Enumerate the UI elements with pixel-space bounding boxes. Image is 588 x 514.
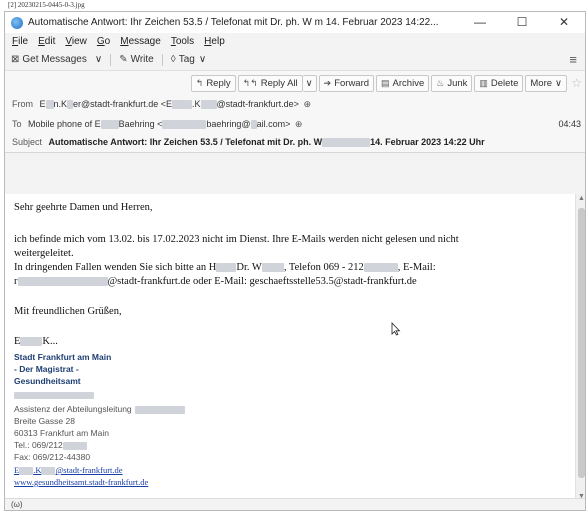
- archive-button[interactable]: ▤ Archive: [376, 75, 430, 92]
- signature-redacted-line: [14, 390, 94, 400]
- menu-message[interactable]: Message: [120, 36, 161, 47]
- reply-all-button[interactable]: ↰↰ Reply All: [237, 75, 303, 92]
- menu-view[interactable]: View: [65, 36, 87, 47]
- get-messages-button[interactable]: ⊠ Get Messages: [11, 54, 87, 65]
- menu-bar: File Edit View Go Message Tools Help: [5, 33, 585, 49]
- message-time: 04:43: [558, 119, 581, 129]
- reply-button[interactable]: ↰ Reply: [190, 75, 236, 92]
- message-window: Automatische Antwort: Ihr Zeichen 53.5 /…: [4, 11, 586, 511]
- star-icon[interactable]: ☆: [571, 76, 582, 90]
- forward-icon: ➔: [323, 78, 332, 88]
- to-address[interactable]: Mobile phone of E Baehring < baehring@ ail.…: [28, 119, 290, 130]
- write-button[interactable]: ✎ Write: [119, 54, 154, 65]
- menu-file[interactable]: File: [12, 36, 28, 47]
- signature-org-2: - Der Magistrat -: [14, 364, 79, 374]
- subject-label: Subject: [12, 137, 43, 147]
- subject-text: Automatische Antwort: Ihr Zeichen 53.5 /…: [48, 137, 485, 148]
- vertical-scrollbar[interactable]: ▲ ▼: [575, 194, 585, 501]
- get-messages-dropdown[interactable]: ∨: [95, 54, 102, 65]
- body-closing: Mit freundlichen Grüßen,: [14, 306, 122, 317]
- message-header: ↰ Reply ↰↰ Reply All ∨ ➔ Forward ▤ Archive ♨…: [5, 71, 585, 153]
- menu-go[interactable]: Go: [97, 36, 110, 47]
- reply-icon: ↰: [195, 78, 204, 88]
- chevron-down-icon: ∨: [305, 78, 313, 89]
- message-body[interactable]: Sehr geehrte Damen und Herren, ich befin…: [5, 194, 575, 501]
- contact-icon[interactable]: ⊕: [295, 119, 303, 129]
- to-label: To: [12, 119, 22, 129]
- maximize-button[interactable]: ☐: [501, 12, 543, 33]
- close-button[interactable]: ✕: [543, 12, 585, 33]
- status-bar: (ω): [5, 498, 585, 510]
- body-line-1: ich befinde mich vom 13.02. bis 17.02.20…: [14, 234, 459, 245]
- main-toolbar: ⊠ Get Messages ∨ ✎ Write ◊ Tag ∨ ≡: [5, 49, 585, 71]
- tag-icon: ◊: [170, 54, 176, 65]
- pencil-icon: ✎: [119, 54, 128, 65]
- message-actions: ↰ Reply ↰↰ Reply All ∨ ➔ Forward ▤ Archive ♨…: [189, 75, 567, 92]
- scrollbar-thumb[interactable]: [578, 208, 585, 478]
- forward-button[interactable]: ➔ Forward: [318, 75, 375, 92]
- menu-help[interactable]: Help: [204, 36, 225, 47]
- trash-icon: ▥: [479, 78, 488, 88]
- reply-all-icon: ↰↰: [242, 78, 258, 88]
- toolbar-separator: [161, 53, 163, 66]
- body-line-4: r @stadt-frankfurt.de oder E-Mail: gescha…: [14, 276, 417, 287]
- scroll-up-arrow-icon[interactable]: ▲: [578, 195, 585, 202]
- signature-email-link[interactable]: E .K @stadt-frankfurt.de: [14, 465, 123, 476]
- signature-org-1: Stadt Frankfurt am Main: [14, 352, 112, 362]
- screenshot-file-label: [2] 20230215-0445-0-3.jpg: [8, 1, 85, 9]
- title-bar: Automatische Antwort: Ihr Zeichen 53.5 /…: [5, 12, 585, 33]
- junk-button[interactable]: ♨ Junk: [431, 75, 473, 92]
- mouse-pointer-icon: [391, 322, 401, 336]
- menu-tools[interactable]: Tools: [171, 36, 194, 47]
- inbox-download-icon: ⊠: [11, 54, 20, 65]
- minimize-button[interactable]: —: [459, 12, 501, 33]
- window-controls: — ☐ ✕: [459, 12, 585, 33]
- delete-button[interactable]: ▥ Delete: [474, 75, 524, 92]
- contact-icon[interactable]: ⊕: [303, 99, 311, 109]
- tag-button[interactable]: ◊ Tag ∨: [171, 54, 206, 65]
- hamburger-menu-icon[interactable]: ≡: [569, 52, 577, 67]
- toolbar-separator: [110, 53, 112, 66]
- signature-city: 60313 Frankfurt am Main: [14, 428, 109, 438]
- chevron-down-icon: ∨: [94, 54, 103, 65]
- signature-org-3: Gesundheitsamt: [14, 376, 81, 386]
- signature-street: Breite Gasse 28: [14, 416, 75, 426]
- body-line-3: In dringenden Fallen wenden Sie sich bit…: [14, 262, 436, 273]
- signature-assistant: Assistenz der Abteilungsleitung: [14, 404, 185, 414]
- chevron-down-icon: ∨: [198, 54, 207, 65]
- subject-row: Subject Automatische Antwort: Ihr Zeiche…: [12, 137, 485, 148]
- body-line-2: weitergeleitet.: [14, 248, 74, 259]
- junk-flame-icon: ♨: [436, 78, 445, 88]
- reply-all-dropdown[interactable]: ∨: [302, 75, 317, 92]
- body-greeting: Sehr geehrte Damen und Herren,: [14, 202, 153, 213]
- thunderbird-app-icon: [11, 16, 23, 29]
- from-label: From: [12, 99, 33, 109]
- window-title: Automatische Antwort: Ihr Zeichen 53.5 /…: [28, 17, 439, 28]
- chevron-down-icon: ∨: [555, 78, 562, 89]
- from-address[interactable]: En.K er@stadt-frankfurt.de <E .K @stadt-fra…: [40, 99, 299, 110]
- menu-edit[interactable]: Edit: [38, 36, 55, 47]
- archive-icon: ▤: [381, 78, 390, 88]
- signature-fax: Fax: 069/212-44380: [14, 452, 91, 462]
- signature-website-link[interactable]: www.gesundheitsamt.stadt-frankfurt.de: [14, 477, 148, 487]
- more-button[interactable]: More ∨: [525, 75, 567, 92]
- to-row: To Mobile phone of E Baehring < baehring@ a…: [12, 119, 302, 130]
- from-row: From En.K er@stadt-frankfurt.de <E .K @stad…: [12, 99, 311, 110]
- signature-phone: Tel.: 069/212: [14, 440, 87, 450]
- signature-name: E K...: [14, 336, 58, 347]
